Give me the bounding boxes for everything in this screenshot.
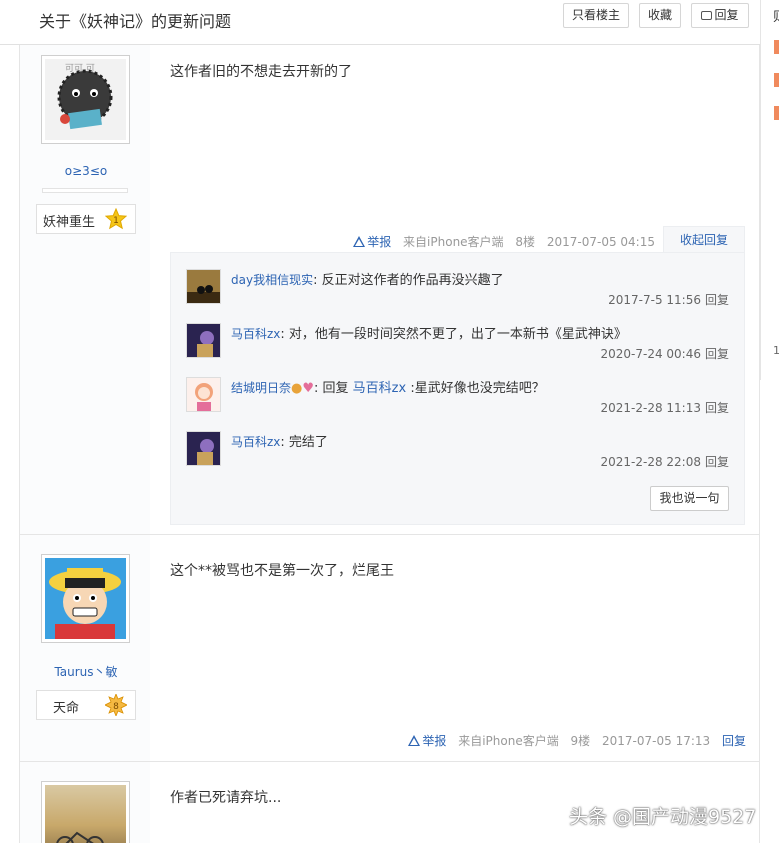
avatar-image bbox=[187, 378, 220, 411]
level-star-icon: 8 bbox=[105, 694, 127, 716]
sub-reply-meta: 2020-7-24 00:46 回复 bbox=[600, 345, 729, 362]
favorite-button[interactable]: 收藏 bbox=[639, 3, 681, 28]
post-time: 2017-07-05 17:13 bbox=[602, 734, 711, 748]
sub-reply-text: day我相信现实: 反正对这作者的作品再没兴趣了 bbox=[231, 269, 504, 288]
right-sidebar-edge: 则 1 bbox=[760, 0, 779, 380]
avatar[interactable]: 可可 可 bbox=[41, 55, 130, 144]
sub-reply-user[interactable]: 结城明日奈 bbox=[231, 381, 291, 395]
sub-reply-item: day我相信现实: 反正对这作者的作品再没兴趣了 2017-7-5 11:56 回… bbox=[186, 269, 731, 311]
thread-header: 关于《妖神记》的更新问题 只看楼主 收藏 回复 bbox=[0, 0, 760, 45]
level-star-icon: 1 bbox=[105, 208, 127, 230]
report-link[interactable]: 举报 bbox=[353, 235, 391, 249]
report-label: 举报 bbox=[367, 235, 392, 249]
avatar[interactable] bbox=[41, 554, 130, 643]
svg-text:可可 可: 可可 可 bbox=[65, 63, 95, 74]
avatar-image bbox=[45, 785, 126, 843]
sidebar-cut-text: 则 bbox=[773, 6, 779, 25]
avatar-image: 可可 可 bbox=[45, 59, 126, 140]
sub-reply-meta: 2021-2-28 11:13 回复 bbox=[600, 399, 729, 416]
author-sidebar: Taurus丶敏 天命 8 bbox=[20, 535, 150, 761]
author-sidebar bbox=[20, 762, 150, 843]
post-meta: 举报 来自iPhone客户端 8楼 2017-07-05 04:15 bbox=[353, 233, 655, 250]
sidebar-bullet-icon bbox=[774, 40, 779, 54]
reply-button[interactable]: 回复 bbox=[691, 3, 749, 28]
post-content: 这作者旧的不想走去开新的了 bbox=[170, 64, 352, 80]
sub-reply-avatar[interactable] bbox=[186, 431, 221, 466]
source-text: 来自iPhone客户端 bbox=[403, 235, 504, 249]
sub-reply-avatar[interactable] bbox=[186, 323, 221, 358]
badge-name: 天命 bbox=[53, 701, 80, 716]
sub-reply-button[interactable]: 回复 bbox=[705, 293, 729, 307]
add-comment-button[interactable]: 我也说一句 bbox=[650, 486, 729, 511]
author-username[interactable]: Taurus丶敏 bbox=[21, 663, 151, 680]
sub-reply-time: 2020-7-24 00:46 bbox=[600, 347, 701, 361]
sub-reply-item: 马百科zx: 对，他有一段时间突然不更了，出了一本新书《星武神诀》 2020-7… bbox=[186, 323, 731, 365]
exp-bar bbox=[42, 188, 128, 193]
sub-reply-body: 对，他有一段时间突然不更了，出了一本新书《星武神诀》 bbox=[284, 327, 627, 342]
sub-reply-user[interactable]: day我相信现实 bbox=[231, 273, 313, 287]
sub-reply-body: :星武好像也没完结吧？ bbox=[406, 381, 545, 396]
reply-button-label: 回复 bbox=[714, 8, 739, 22]
floor-number: 8楼 bbox=[515, 235, 536, 249]
reply-bubble-icon bbox=[701, 11, 713, 20]
source-text: 来自iPhone客户端 bbox=[458, 734, 559, 748]
author-sidebar: 可可 可 o≥3≤o 妖神重生 1 bbox=[20, 45, 150, 534]
avatar[interactable] bbox=[41, 781, 130, 843]
sub-reply-item: 结城明日奈●♥: 回复 马百科zx :星武好像也没完结吧？ 2021-2-28 … bbox=[186, 377, 731, 419]
post-meta: 举报 来自iPhone客户端 9楼 2017-07-05 17:13 回复 bbox=[408, 732, 746, 749]
sub-reply-user[interactable]: 马百科zx bbox=[231, 435, 280, 449]
sub-reply-text: 马百科zx: 对，他有一段时间突然不更了，出了一本新书《星武神诀》 bbox=[231, 323, 627, 342]
post-time: 2017-07-05 04:15 bbox=[546, 235, 655, 249]
avatar-image bbox=[187, 432, 220, 465]
level-badge[interactable]: 妖神重生 1 bbox=[36, 204, 136, 234]
post-content: 作者已死请弃坑... bbox=[170, 790, 282, 806]
badge-name: 妖神重生 bbox=[43, 215, 96, 230]
level-badge[interactable]: 天命 8 bbox=[36, 690, 136, 720]
sub-reply-meta: 2017-7-5 11:56 回复 bbox=[608, 291, 729, 308]
sidebar-bullet-icon bbox=[774, 73, 779, 87]
reply-target-user[interactable]: 马百科zx bbox=[353, 381, 407, 396]
sub-reply-avatar[interactable] bbox=[186, 269, 221, 304]
sub-reply-body: 完结了 bbox=[284, 435, 328, 450]
sub-reply-text: 结城明日奈●♥: 回复 马百科zx :星武好像也没完结吧？ bbox=[231, 377, 545, 396]
sub-reply-time: 2021-2-28 22:08 bbox=[600, 455, 701, 469]
warning-icon bbox=[353, 236, 366, 247]
sidebar-bullet-icon bbox=[774, 106, 779, 120]
author-username[interactable]: o≥3≤o bbox=[21, 164, 151, 178]
watermark-text: 头条 @国产动漫9527 bbox=[569, 806, 757, 828]
avatar-image bbox=[45, 558, 126, 639]
reply-prefix: 回复 bbox=[318, 381, 353, 396]
sub-reply-text: 马百科zx: 完结了 bbox=[231, 431, 328, 450]
sub-reply-button[interactable]: 回复 bbox=[705, 401, 729, 415]
sub-reply-time: 2021-2-28 11:13 bbox=[600, 401, 701, 415]
sub-reply-meta: 2021-2-28 22:08 回复 bbox=[600, 453, 729, 470]
warning-icon bbox=[408, 735, 421, 746]
sidebar-cut-number: 1 bbox=[773, 344, 779, 357]
report-label: 举报 bbox=[422, 734, 447, 748]
sub-reply-time: 2017-7-5 11:56 bbox=[608, 293, 701, 307]
sub-reply-item: 马百科zx: 完结了 2021-2-28 22:08 回复 bbox=[186, 431, 731, 473]
emoji-icon: ● bbox=[291, 381, 303, 396]
avatar-image bbox=[187, 270, 220, 303]
floor-number: 9楼 bbox=[570, 734, 591, 748]
heart-icon: ♥ bbox=[302, 381, 315, 396]
badge-level: 8 bbox=[113, 702, 119, 712]
avatar-image bbox=[187, 324, 220, 357]
sub-reply-button[interactable]: 回复 bbox=[705, 455, 729, 469]
sub-reply-user[interactable]: 马百科zx bbox=[231, 327, 280, 341]
sub-reply-avatar[interactable] bbox=[186, 377, 221, 412]
sub-reply-body: 反正对这作者的作品再没兴趣了 bbox=[317, 273, 504, 288]
report-link[interactable]: 举报 bbox=[408, 734, 446, 748]
badge-level: 1 bbox=[113, 216, 119, 226]
post-reply-link[interactable]: 回复 bbox=[722, 734, 746, 748]
sub-reply-button[interactable]: 回复 bbox=[705, 347, 729, 361]
collapse-replies-tab[interactable]: 收起回复 bbox=[663, 226, 745, 253]
thread-title: 关于《妖神记》的更新问题 bbox=[39, 12, 232, 31]
only-host-button[interactable]: 只看楼主 bbox=[563, 3, 629, 28]
post-content: 这个**被骂也不是第一次了，烂尾王 bbox=[170, 563, 394, 579]
